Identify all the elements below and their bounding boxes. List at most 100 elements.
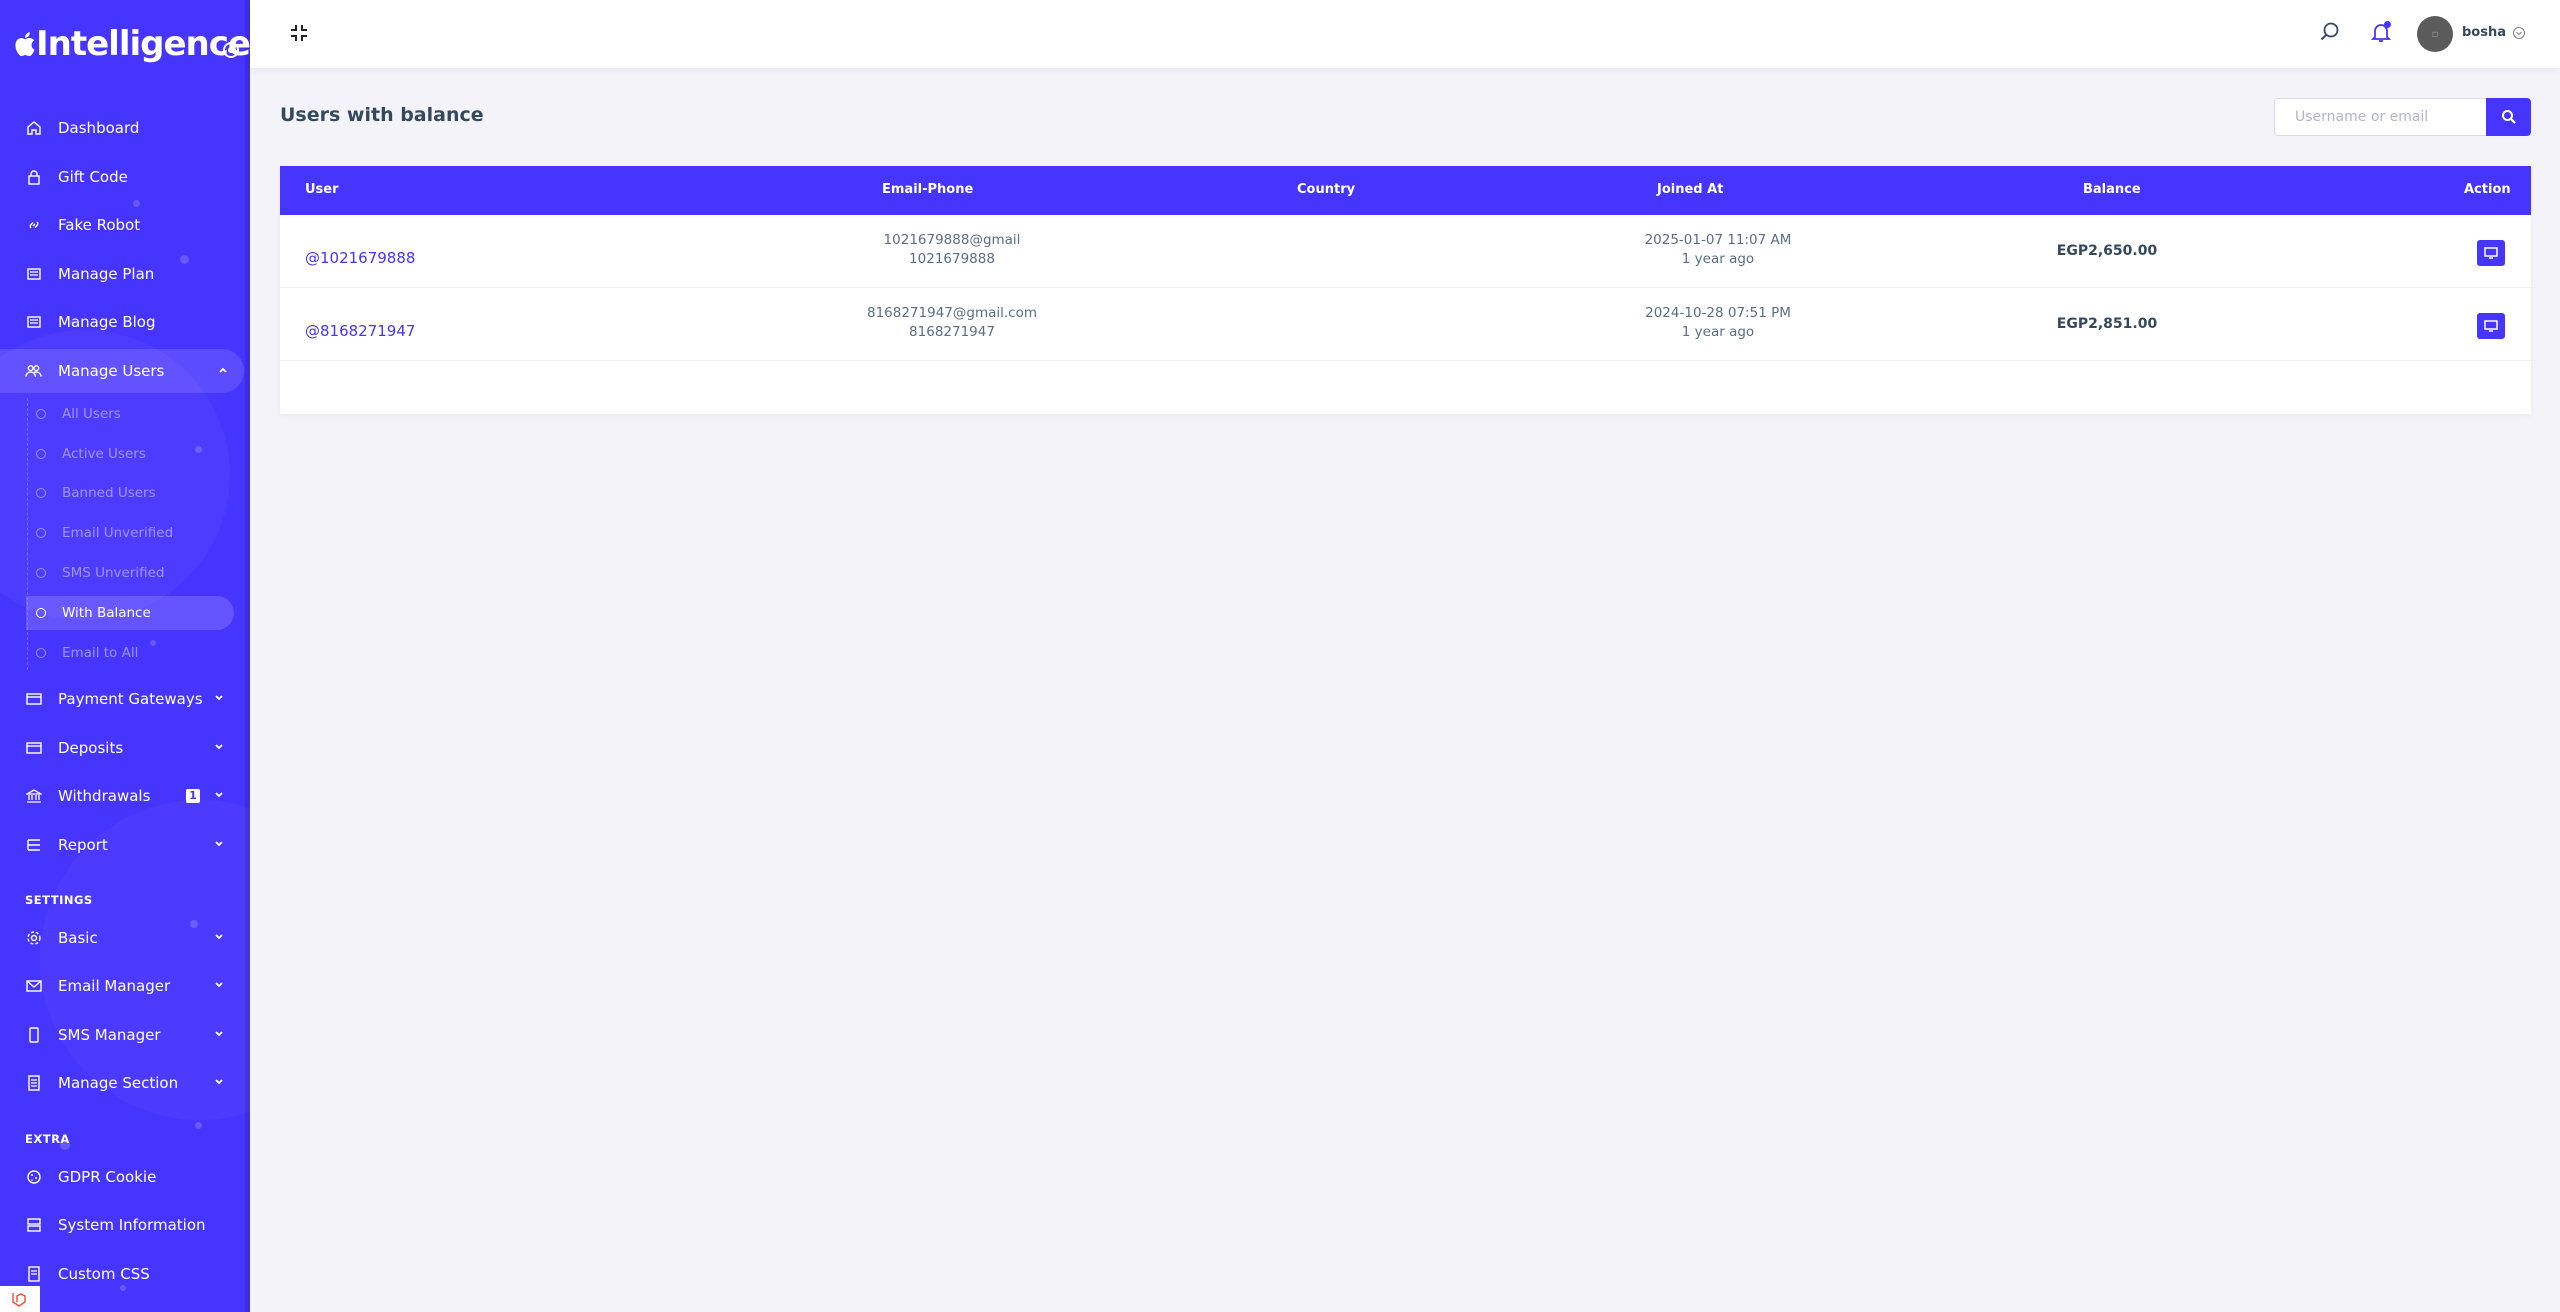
circle-icon: [36, 409, 46, 419]
search-input[interactable]: [2274, 98, 2486, 136]
sidebar-item-payment-gateways[interactable]: Payment Gateways: [0, 677, 240, 721]
sidebar-item-manage-section[interactable]: Manage Section: [0, 1061, 240, 1105]
chevron-down-icon: [215, 934, 223, 940]
sidebar-item-report[interactable]: Report: [0, 823, 240, 867]
sidebar-item-label: Report: [58, 836, 108, 854]
sidebar-item-label: Custom CSS: [58, 1265, 150, 1283]
table-row: @8168271947 8168271947@gmail.com 8168271…: [280, 288, 2531, 361]
sidebar-scrollbar[interactable]: [245, 0, 250, 1312]
sidebar-item-deposits[interactable]: Deposits: [0, 726, 240, 770]
circle-icon: [36, 449, 46, 459]
chevron-down-icon: [215, 695, 223, 701]
user-email: 8168271947@gmail.com: [866, 305, 1037, 321]
list-icon: [25, 837, 42, 854]
topbar: ▫ bosha: [250, 0, 2560, 68]
sidebar-item-label: SMS Manager: [58, 1026, 161, 1044]
joined-ago: 1 year ago: [1681, 251, 1755, 267]
view-user-button[interactable]: [2477, 313, 2505, 339]
email-phone-cell: 1021679888@gmail 1021679888: [782, 231, 1122, 269]
laravel-icon: [12, 1293, 26, 1307]
sidebar: Intelligence Dashboard Gift Code Fake Ro…: [0, 0, 250, 1312]
joined-at-cell: 2024-10-28 07:51 PM 1 year ago: [1568, 304, 1868, 342]
sidebar-item-label: Manage Plan: [58, 265, 155, 283]
submenu-item-banned-users[interactable]: Banned Users: [26, 476, 234, 510]
sidebar-item-basic[interactable]: Basic: [0, 916, 240, 960]
balance-cell: EGP2,650.00: [2056, 243, 2158, 259]
table-header: User Email-Phone Country Joined At Balan…: [280, 166, 2531, 215]
joined-date: 2024-10-28 07:51 PM: [1645, 305, 1791, 321]
submenu-item-email-unverified[interactable]: Email Unverified: [26, 516, 234, 550]
view-user-button[interactable]: [2477, 240, 2505, 266]
chevron-down-circle-icon[interactable]: [2512, 26, 2526, 40]
sidebar-item-label: Manage Users: [58, 362, 165, 380]
brand-logo[interactable]: Intelligence: [12, 22, 250, 66]
sidebar-item-gdpr-cookie[interactable]: GDPR Cookie: [0, 1155, 240, 1199]
chevron-down-icon: [215, 1079, 223, 1085]
compress-icon[interactable]: [288, 22, 310, 44]
settings-section-title: SETTINGS: [25, 893, 93, 907]
withdrawals-count-badge: 1: [186, 789, 200, 803]
user-link[interactable]: @8168271947: [305, 322, 415, 340]
sidebar-item-label: Dashboard: [58, 119, 140, 137]
sidebar-item-fake-robot[interactable]: Fake Robot: [0, 203, 240, 247]
search-button[interactable]: [2486, 98, 2531, 136]
sidebar-item-withdrawals[interactable]: Withdrawals 1: [0, 774, 240, 818]
bank-icon: [25, 788, 42, 805]
submenu-item-all-users[interactable]: All Users: [26, 397, 234, 431]
balance-cell: EGP2,851.00: [2056, 316, 2158, 332]
notification-dot: [2384, 21, 2391, 28]
chevron-down-icon: [215, 982, 223, 988]
user-phone: 8168271947: [909, 324, 995, 340]
submenu-item-label: Email to All: [62, 645, 139, 661]
sidebar-item-label: GDPR Cookie: [58, 1168, 157, 1186]
home-icon: [25, 120, 42, 137]
column-header-action: Action: [2464, 182, 2511, 197]
sidebar-item-dashboard[interactable]: Dashboard: [0, 106, 240, 150]
email-phone-cell: 8168271947@gmail.com 8168271947: [782, 304, 1122, 342]
sidebar-item-manage-blog[interactable]: Manage Blog: [0, 300, 240, 344]
sidebar-item-label: Basic: [58, 929, 98, 947]
decor-dot: [190, 920, 198, 928]
sidebar-item-gift-code[interactable]: Gift Code: [0, 155, 240, 199]
submenu-item-sms-unverified[interactable]: SMS Unverified: [26, 556, 234, 590]
avatar[interactable]: ▫: [2417, 16, 2453, 52]
sidebar-item-system-information[interactable]: System Information: [0, 1203, 240, 1247]
submenu-item-label: Banned Users: [62, 485, 156, 501]
chevron-down-icon: [215, 1031, 223, 1037]
sidebar-item-sms-manager[interactable]: SMS Manager: [0, 1013, 240, 1057]
submenu-item-active-users[interactable]: Active Users: [26, 437, 234, 471]
circle-icon: [36, 528, 46, 538]
chevron-down-icon: [215, 744, 223, 750]
chevron-up-icon: [219, 367, 227, 373]
search-icon[interactable]: [2318, 20, 2342, 44]
username-label[interactable]: bosha: [2462, 25, 2506, 40]
submenu-item-label: SMS Unverified: [62, 565, 165, 581]
file-icon: [25, 1075, 42, 1092]
sidebar-item-label: Payment Gateways: [58, 690, 203, 708]
circle-icon: [36, 608, 46, 618]
submenu-item-email-to-all[interactable]: Email to All: [26, 636, 234, 670]
circle-icon: [36, 648, 46, 658]
link-icon: [25, 217, 42, 234]
sidebar-item-manage-users[interactable]: Manage Users: [0, 349, 244, 393]
circle-icon: [36, 568, 46, 578]
user-email: 1021679888@gmail: [883, 232, 1021, 248]
sidebar-toggle-button[interactable]: [223, 42, 239, 58]
sidebar-item-label: Manage Section: [58, 1074, 179, 1092]
sidebar-item-label: System Information: [58, 1216, 206, 1234]
envelope-icon: [25, 978, 42, 995]
user-link[interactable]: @1021679888: [305, 249, 415, 267]
desktop-icon: [2484, 247, 2498, 259]
gear-icon: [25, 930, 42, 947]
sidebar-item-label: Manage Blog: [58, 313, 156, 331]
sidebar-item-email-manager[interactable]: Email Manager: [0, 964, 240, 1008]
circle-icon: [36, 488, 46, 498]
submenu-item-label: Email Unverified: [62, 525, 174, 541]
submenu-item-with-balance[interactable]: With Balance: [26, 596, 234, 630]
chevron-down-icon: [215, 792, 223, 798]
sidebar-item-manage-plan[interactable]: Manage Plan: [0, 252, 240, 296]
sidebar-item-label: Withdrawals: [58, 787, 151, 805]
table-row: @1021679888 1021679888@gmail 1021679888 …: [280, 215, 2531, 288]
brand-name: Intelligence: [36, 24, 250, 64]
credit-card-icon: [25, 740, 42, 757]
